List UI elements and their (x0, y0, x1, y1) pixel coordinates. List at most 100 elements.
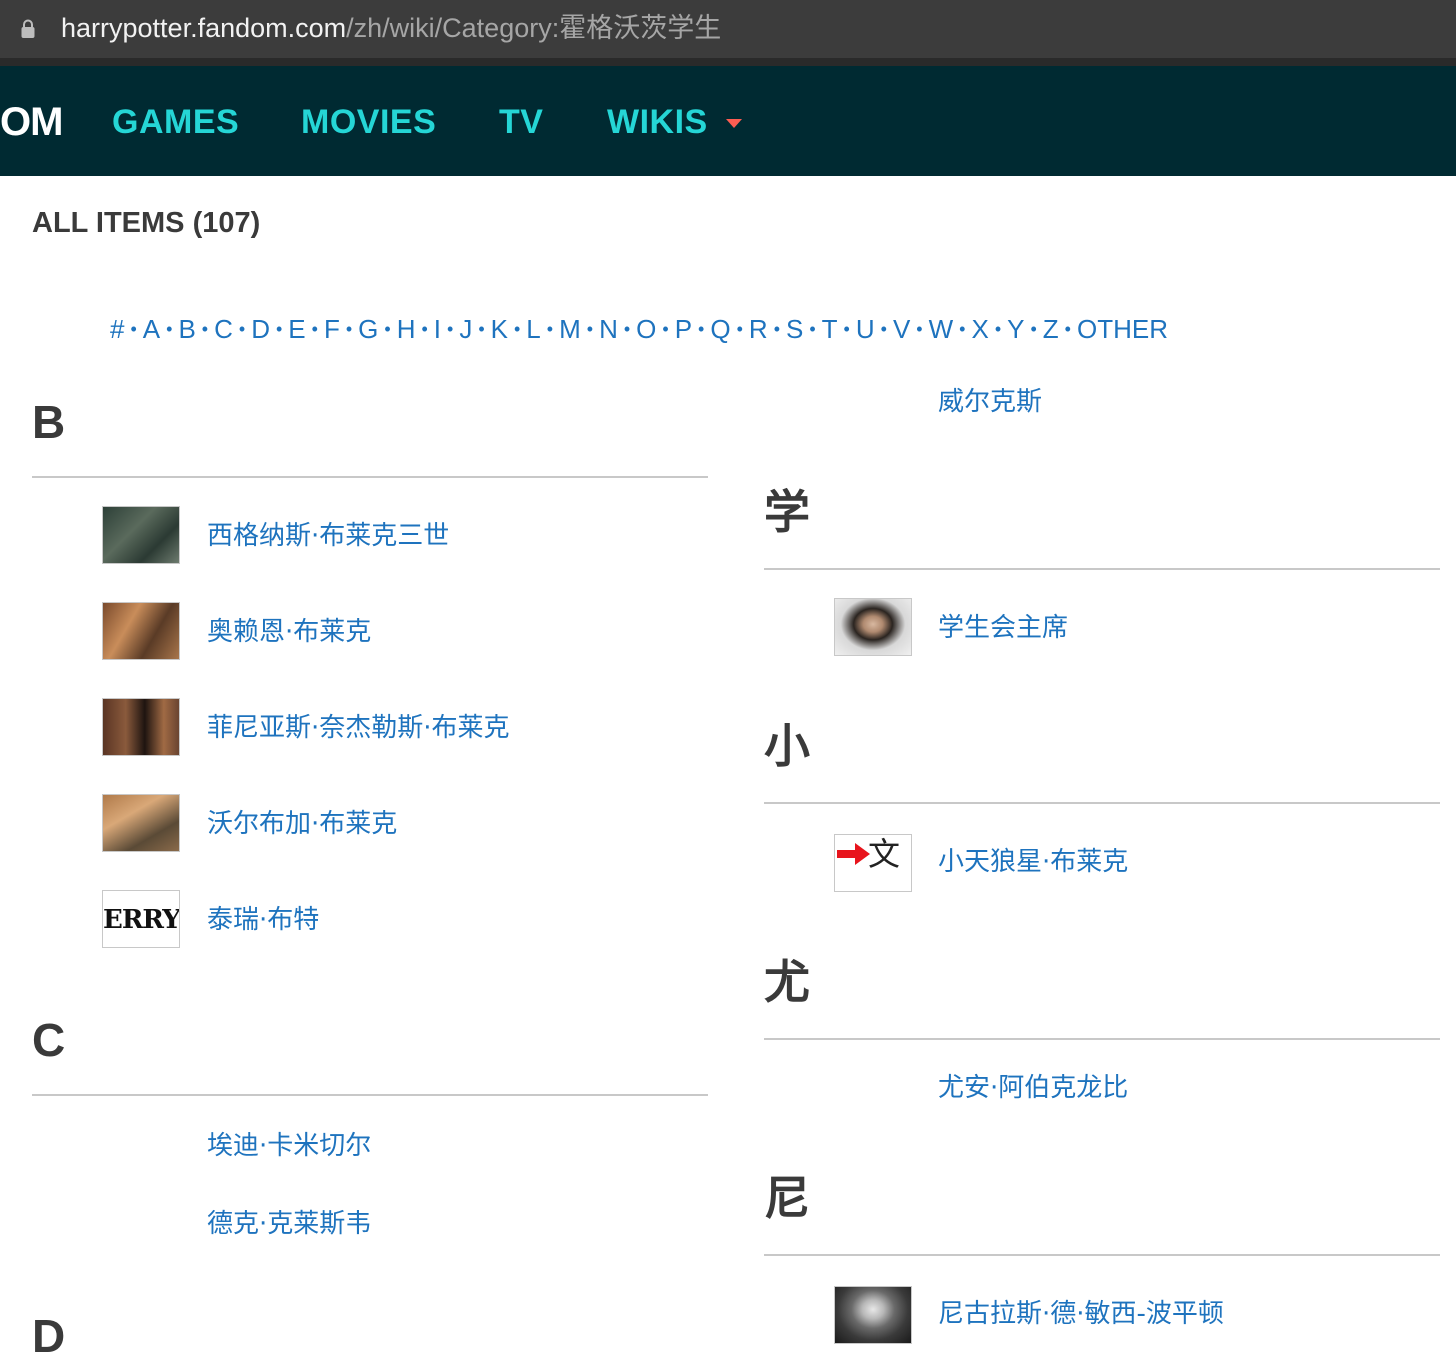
toolbar-divider (0, 58, 1456, 66)
alphabet-link[interactable]: K (491, 314, 508, 344)
section-heading-d: D (32, 1310, 66, 1362)
alphabet-link[interactable]: C (214, 314, 233, 344)
bullet-separator: • (586, 319, 594, 339)
section-heading-b: B (32, 396, 66, 448)
alphabet-link[interactable]: M (559, 314, 581, 344)
thumbnail-image[interactable] (834, 1286, 912, 1344)
section-divider (32, 1094, 708, 1096)
category-member-link[interactable]: 学生会主席 (938, 611, 1068, 645)
category-member-link[interactable]: 奥赖恩·布莱克 (207, 615, 371, 649)
redirect-thumbnail[interactable]: 文 (834, 834, 912, 892)
bullet-separator: • (166, 319, 173, 339)
category-member-link[interactable]: 小天狼星·布莱克 (938, 845, 1128, 879)
bullet-separator: • (880, 319, 887, 339)
thumbnail-image[interactable] (102, 698, 180, 756)
bullet-separator: • (478, 319, 485, 339)
nav-games[interactable]: GAMES (112, 102, 239, 142)
section-heading-you: 尤 (764, 956, 810, 1008)
category-member-link[interactable]: 尤安·阿伯克龙比 (938, 1071, 1128, 1105)
thumbnail-image[interactable] (102, 794, 180, 852)
alphabet-link[interactable]: I (434, 314, 441, 344)
section-divider (764, 1038, 1440, 1040)
thumbnail-image[interactable] (102, 506, 180, 564)
alphabet-link[interactable]: O (636, 314, 656, 344)
alphabet-link[interactable]: W (929, 314, 954, 344)
alphabet-link[interactable]: B (178, 314, 195, 344)
alphabet-link[interactable]: OTHER (1077, 314, 1168, 344)
arrow-right-icon (837, 843, 870, 865)
category-member-link[interactable]: 西格纳斯·布莱克三世 (207, 519, 449, 553)
chevron-down-icon[interactable] (726, 119, 742, 128)
alphabet-link[interactable]: E (288, 314, 305, 344)
browser-url-bar[interactable]: harrypotter.fandom.com/zh/wiki/Category:… (0, 0, 1456, 58)
fandom-logo[interactable]: OM (0, 100, 63, 144)
section-divider (764, 1254, 1440, 1256)
alphabet-navigation: # • A • B • C • D • E • F • G • H • I • J • K • L • M • N • O • P • Q • R • S •… (110, 312, 1168, 346)
category-member-link[interactable]: 德克·克莱斯韦 (207, 1207, 371, 1241)
bullet-separator: • (546, 319, 554, 339)
alphabet-link[interactable]: D (251, 314, 270, 344)
thumbnail-image[interactable] (102, 602, 180, 660)
alphabet-link[interactable]: J (459, 314, 472, 344)
url-path: /zh/wiki/Category:霍格沃茨学生 (346, 13, 722, 43)
lock-icon (21, 19, 35, 38)
alphabet-link[interactable]: G (358, 314, 378, 344)
alphabet-link[interactable]: H (397, 314, 416, 344)
section-heading-c: C (32, 1014, 66, 1066)
section-divider (32, 476, 708, 478)
alphabet-link[interactable]: N (599, 314, 618, 344)
bullet-separator: • (662, 319, 669, 339)
nav-tv[interactable]: TV (499, 102, 543, 142)
bullet-separator: • (345, 319, 353, 339)
alphabet-link[interactable]: A (143, 314, 160, 344)
section-heading-ni: 尼 (764, 1172, 810, 1224)
url-host: harrypotter.fandom.com (61, 13, 347, 43)
category-member-link[interactable]: 菲尼亚斯·奈杰勒斯·布莱克 (207, 711, 510, 745)
bullet-separator: • (1030, 319, 1037, 339)
section-divider (764, 802, 1440, 804)
bullet-separator: • (773, 319, 780, 339)
bullet-separator: • (311, 319, 318, 339)
alphabet-link[interactable]: F (324, 314, 340, 344)
bullet-separator: • (447, 319, 454, 339)
bullet-separator: • (623, 319, 631, 339)
bullet-separator: • (275, 319, 283, 339)
alphabet-link[interactable]: # (110, 314, 124, 344)
bullet-separator: • (384, 319, 391, 339)
alphabet-link[interactable]: S (786, 314, 803, 344)
nav-movies[interactable]: MOVIES (301, 102, 436, 142)
bullet-separator: • (421, 319, 428, 339)
alphabet-link[interactable]: P (675, 314, 692, 344)
category-member-link[interactable]: 埃迪·卡米切尔 (207, 1129, 371, 1163)
bullet-separator: • (130, 319, 137, 339)
bullet-separator: • (698, 319, 705, 339)
url-text[interactable]: harrypotter.fandom.com/zh/wiki/Category:… (61, 11, 721, 45)
alphabet-link[interactable]: L (526, 314, 540, 344)
alphabet-link[interactable]: V (893, 314, 910, 344)
bullet-separator: • (809, 319, 816, 339)
nav-wikis[interactable]: WIKIS (607, 102, 708, 142)
signature-thumbnail[interactable]: ERRY T (102, 890, 180, 948)
category-member-link[interactable]: 沃尔布加·布莱克 (207, 807, 397, 841)
section-divider (764, 568, 1440, 570)
alphabet-link[interactable]: U (856, 314, 875, 344)
all-items-heading: ALL ITEMS (107) (32, 207, 261, 239)
category-member-link[interactable]: 威尔克斯 (938, 385, 1042, 419)
global-navigation: OM GAMES MOVIES TV WIKIS (0, 66, 1456, 176)
bullet-separator: • (513, 319, 521, 339)
thumbnail-image[interactable] (834, 598, 912, 656)
alphabet-link[interactable]: X (971, 314, 988, 344)
bullet-separator: • (736, 319, 743, 339)
bullet-separator: • (843, 319, 850, 339)
alphabet-link[interactable]: R (749, 314, 768, 344)
alphabet-link[interactable]: Z (1043, 314, 1059, 344)
bullet-separator: • (1064, 319, 1071, 339)
alphabet-link[interactable]: T (822, 314, 838, 344)
bullet-separator: • (238, 319, 246, 339)
translate-glyph: 文 (868, 835, 901, 873)
alphabet-link[interactable]: Y (1007, 314, 1024, 344)
alphabet-link[interactable]: Q (710, 314, 730, 344)
category-member-link[interactable]: 泰瑞·布特 (207, 903, 319, 937)
bullet-separator: • (201, 319, 209, 339)
category-member-link[interactable]: 尼古拉斯·德·敏西-波平顿 (938, 1297, 1224, 1331)
